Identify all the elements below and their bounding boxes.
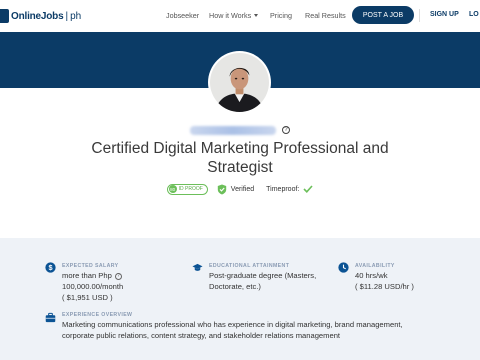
- nav-divider: [419, 9, 420, 22]
- expected-salary-label: EXPECTED SALARY: [62, 263, 119, 269]
- profile-photo: [210, 53, 269, 112]
- availability-value: 40 hrs/wk ( $11.28 USD/hr ): [355, 270, 465, 292]
- checkmark-icon: [303, 185, 313, 193]
- availability-line2: ( $11.28 USD/hr ): [355, 282, 414, 291]
- shield-check-icon: [217, 184, 226, 194]
- profile-title: Certified Digital Marketing Professional…: [91, 140, 389, 176]
- expected-salary-value: more than Php? 100,000.00/month ( $1,951…: [62, 270, 172, 303]
- nav-jobseeker-link[interactable]: Jobseeker: [166, 11, 199, 20]
- sign-up-link[interactable]: SIGN UP: [430, 11, 459, 18]
- id-proof-label: ID PROOF: [178, 186, 203, 192]
- logo-mark-icon: [0, 9, 9, 23]
- briefcase-icon: [45, 312, 56, 323]
- education-line1: Post-graduate degree (Masters,: [209, 271, 317, 280]
- verification-badges: 80 ID PROOF Verified Timeproof:: [0, 182, 480, 196]
- education-label: EDUCATIONAL ATTAINMENT: [209, 263, 290, 269]
- availability-label: AVAILABILITY: [355, 263, 395, 269]
- education-line2: Doctorate, etc.): [209, 282, 261, 291]
- timeproof-badge: Timeproof:: [266, 185, 313, 193]
- post-a-job-button[interactable]: POST A JOB: [352, 6, 414, 24]
- question-icon[interactable]: ?: [282, 126, 290, 134]
- graduation-cap-icon: [192, 263, 203, 271]
- nav-real-results-link[interactable]: Real Results: [305, 11, 346, 20]
- expected-salary-line2: 100,000.00/month: [62, 282, 124, 291]
- svg-text:$: $: [48, 263, 52, 272]
- salary-help-icon[interactable]: ?: [114, 273, 122, 280]
- experience-line1: Marketing communications professional wh…: [62, 320, 403, 329]
- clock-icon: [338, 262, 349, 273]
- experience-overview-label: EXPERIENCE OVERVIEW: [62, 312, 133, 318]
- site-logo[interactable]: OnlineJobs | ph: [0, 7, 81, 25]
- profile-name-row: ?: [0, 124, 480, 136]
- logo-separator: |: [65, 10, 69, 22]
- verified-label: Verified: [230, 185, 255, 193]
- nav-how-it-works-label: How it Works: [209, 11, 252, 20]
- timeproof-label: Timeproof:: [266, 185, 300, 193]
- top-navigation-bar: OnlineJobs | ph Jobseeker How it Works P…: [0, 0, 480, 32]
- logo-text: OnlineJobs: [11, 10, 64, 22]
- chevron-down-icon: [254, 14, 259, 17]
- id-proof-badge[interactable]: 80 ID PROOF: [166, 183, 208, 195]
- expected-salary-line1: more than Php: [62, 271, 112, 280]
- dollar-icon: $: [45, 262, 56, 273]
- post-a-job-label: POST A JOB: [362, 11, 404, 19]
- expected-salary-line3: ( $1,951 USD ): [62, 293, 113, 302]
- nav-how-it-works-menu[interactable]: How it Works: [209, 11, 259, 20]
- login-link[interactable]: LO: [469, 11, 479, 18]
- education-value: Post-graduate degree (Masters, Doctorate…: [209, 270, 339, 292]
- id-proof-score: 80: [168, 185, 177, 193]
- logo-suffix: ph: [70, 10, 82, 22]
- redacted-name: [190, 125, 276, 135]
- experience-overview-value: Marketing communications professional wh…: [62, 319, 472, 341]
- avatar: [208, 51, 271, 114]
- experience-line2: corporate public relations, content stra…: [62, 331, 341, 340]
- availability-line1: 40 hrs/wk: [355, 271, 388, 280]
- profile-details-panel: $ EXPECTED SALARY more than Php? 100,000…: [0, 238, 480, 360]
- verified-badge: Verified: [217, 184, 254, 195]
- nav-pricing-link[interactable]: Pricing: [270, 11, 292, 20]
